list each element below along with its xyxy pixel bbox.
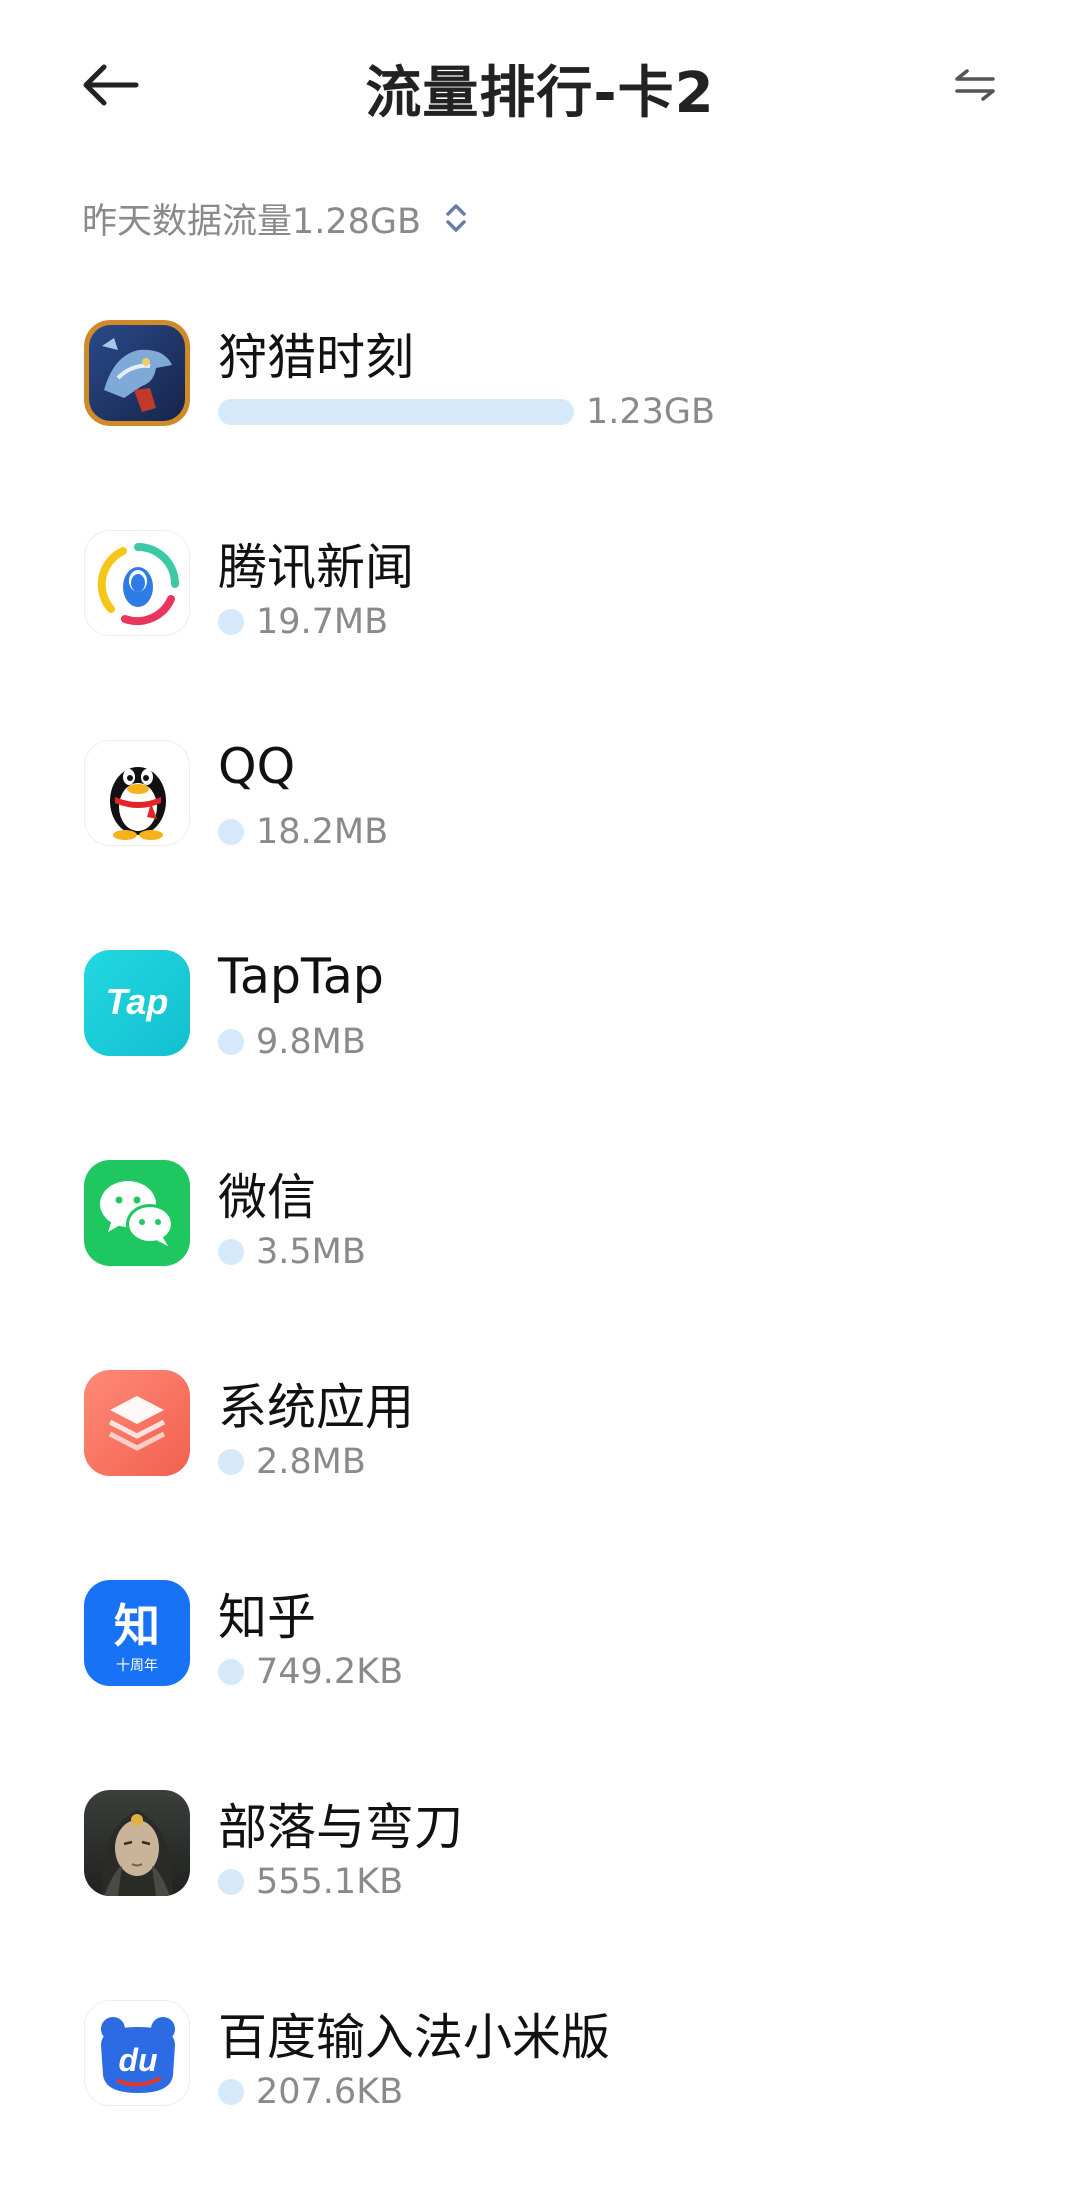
- usage-value: 18.2MB: [256, 812, 389, 852]
- zhihu-icon-text: 知: [114, 1599, 160, 1653]
- list-item[interactable]: Tap TapTap 9.8MB: [0, 930, 1080, 1140]
- usage-value: 1.23GB: [586, 392, 716, 432]
- zhihu-icon-subtext: 十周年: [116, 1658, 158, 1674]
- baidu-input-icon: du: [84, 2000, 190, 2106]
- app-name: TapTap: [218, 948, 384, 1005]
- usage-bar: [218, 819, 244, 845]
- list-item[interactable]: 知 十周年 知乎 749.2KB: [0, 1560, 1080, 1770]
- switch-sim-button[interactable]: [940, 55, 1010, 115]
- page-title: 流量排行-卡2: [365, 61, 715, 126]
- usage-bar: [218, 1869, 244, 1895]
- usage-indicator: 2.8MB: [218, 1442, 366, 1482]
- sort-caret-icon: [443, 198, 469, 238]
- top-bar: 流量排行-卡2: [0, 0, 1080, 170]
- app-name: QQ: [218, 738, 296, 795]
- list-item[interactable]: 部落与弯刀 555.1KB: [0, 1770, 1080, 1980]
- list-item[interactable]: du 百度输入法小米版 207.6KB: [0, 1980, 1080, 2190]
- app-name: 狩猎时刻: [218, 329, 415, 386]
- usage-indicator: 9.8MB: [218, 1022, 366, 1062]
- swap-arrows-icon: [955, 69, 995, 101]
- list-item[interactable]: 狩猎时刻 1.23GB: [0, 300, 1080, 510]
- app-name: 腾讯新闻: [218, 539, 415, 596]
- wechat-icon: [84, 1160, 190, 1266]
- usage-value: 207.6KB: [256, 2072, 404, 2112]
- usage-indicator: 19.7MB: [218, 602, 388, 642]
- usage-bar: [218, 2079, 244, 2105]
- usage-bar: [218, 1659, 244, 1685]
- list-item[interactable]: 系统应用 2.8MB: [0, 1350, 1080, 1560]
- usage-bar: [218, 609, 244, 635]
- app-traffic-list: 狩猎时刻 1.23GB 腾讯新闻 19.7MB QQ 18.2MB Tap Ta…: [0, 300, 1080, 2190]
- usage-value: 19.7MB: [256, 602, 389, 642]
- dragon-game-icon: [84, 320, 190, 426]
- usage-bar: [218, 1449, 244, 1475]
- period-selector[interactable]: 昨天数据流量1.28GB: [82, 190, 469, 246]
- app-name: 百度输入法小米版: [218, 2009, 611, 2066]
- usage-value: 3.5MB: [256, 1232, 366, 1272]
- usage-indicator: 3.5MB: [218, 1232, 366, 1272]
- list-item[interactable]: 腾讯新闻 19.7MB: [0, 510, 1080, 720]
- app-name: 部落与弯刀: [218, 1799, 464, 1856]
- zhihu-icon: 知 十周年: [84, 1580, 190, 1686]
- app-name: 系统应用: [218, 1379, 415, 1436]
- usage-value: 555.1KB: [256, 1862, 404, 1902]
- summary-text: 昨天数据流量1.28GB: [82, 201, 422, 242]
- list-item[interactable]: 微信 3.5MB: [0, 1140, 1080, 1350]
- tencent-news-icon: [84, 530, 190, 636]
- warrior-portrait-icon: [84, 1790, 190, 1896]
- usage-value: 9.8MB: [256, 1022, 366, 1062]
- usage-indicator: 555.1KB: [218, 1862, 403, 1902]
- app-name: 知乎: [218, 1589, 317, 1646]
- qq-penguin-icon: [84, 740, 190, 846]
- usage-indicator: 1.23GB: [218, 392, 715, 432]
- usage-indicator: 749.2KB: [218, 1652, 403, 1692]
- usage-indicator: 18.2MB: [218, 812, 388, 852]
- usage-value: 2.8MB: [256, 1442, 366, 1482]
- usage-indicator: 207.6KB: [218, 2072, 403, 2112]
- taptap-icon: Tap: [84, 950, 190, 1056]
- list-item[interactable]: QQ 18.2MB: [0, 720, 1080, 930]
- system-apps-icon: [84, 1370, 190, 1476]
- usage-bar: [218, 1239, 244, 1265]
- taptap-icon-text: Tap: [106, 981, 169, 1022]
- app-name: 微信: [218, 1169, 317, 1226]
- usage-value: 749.2KB: [256, 1652, 404, 1692]
- baidu-icon-text: du: [118, 2042, 157, 2078]
- usage-bar: [218, 399, 574, 425]
- usage-bar: [218, 1029, 244, 1055]
